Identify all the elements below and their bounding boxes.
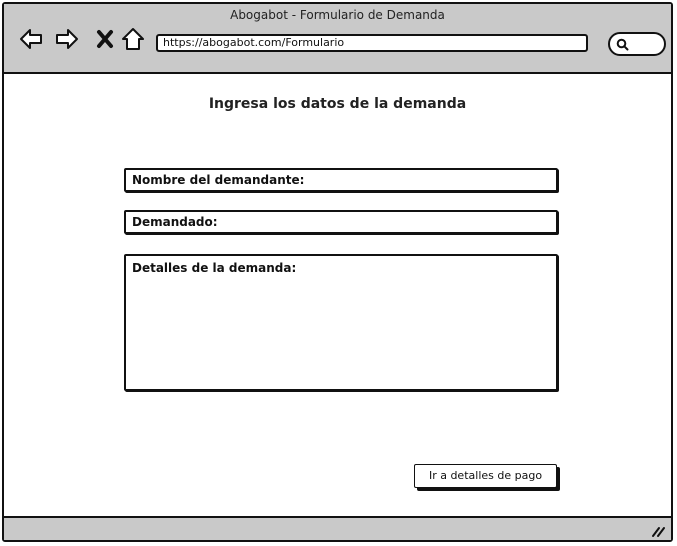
search-icon: [616, 38, 629, 51]
home-icon[interactable]: [120, 26, 146, 52]
defendant-label: Demandado:: [132, 215, 218, 229]
back-arrow-icon[interactable]: [18, 26, 44, 52]
defendant-input[interactable]: Demandado:: [124, 210, 558, 234]
plaintiff-name-label: Nombre del demandante:: [132, 173, 305, 187]
close-icon[interactable]: [92, 26, 118, 52]
page-title: Ingresa los datos de la demanda: [208, 96, 467, 112]
claim-details-textarea[interactable]: Detalles de la demanda:: [124, 254, 558, 391]
address-bar[interactable]: https://abogabot.com/Formulario: [156, 34, 588, 52]
search-field[interactable]: [608, 32, 666, 56]
window-title: Abogabot - Formulario de Demanda: [230, 8, 445, 22]
browser-toolbar: Abogabot - Formulario de Demanda https:/…: [4, 4, 671, 74]
claim-details-label: Detalles de la demanda:: [132, 261, 297, 275]
resize-grip-icon[interactable]: [651, 523, 665, 537]
go-to-payment-button[interactable]: Ir a detalles de pago: [414, 464, 557, 488]
plaintiff-name-input[interactable]: Nombre del demandante:: [124, 168, 558, 192]
forward-arrow-icon[interactable]: [54, 26, 80, 52]
browser-window: Abogabot - Formulario de Demanda https:/…: [2, 2, 673, 542]
status-bar: [4, 516, 671, 540]
